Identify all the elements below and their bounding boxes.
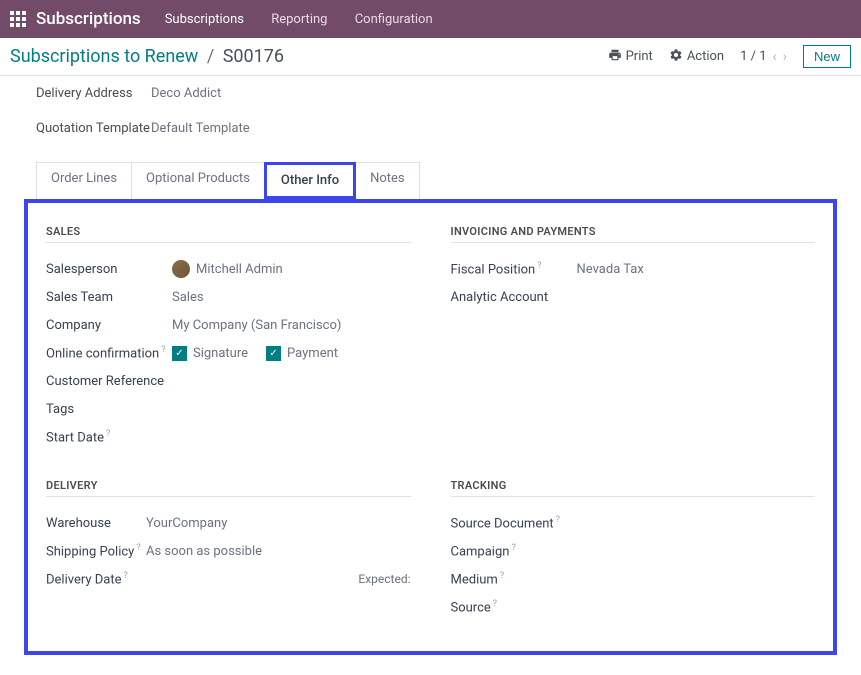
breadcrumb-root[interactable]: Subscriptions to Renew [10, 46, 198, 67]
expected-label: Expected: [358, 572, 410, 586]
campaign-label: Campaign? [451, 543, 577, 559]
payment-checkbox[interactable] [266, 346, 281, 361]
control-panel: Subscriptions to Renew / S00176 Print Ac… [0, 38, 861, 76]
nav-configuration[interactable]: Configuration [355, 12, 433, 27]
delivery-date-label: Delivery Date? [46, 571, 146, 587]
new-button[interactable]: New [803, 45, 851, 68]
breadcrumb-sep: / [207, 46, 214, 67]
sales-section: SALES Salesperson Mitchell Admin Sales T… [46, 225, 411, 451]
delivery-address-label: Delivery Address [36, 86, 151, 101]
warehouse-label: Warehouse [46, 516, 146, 531]
gear-icon [669, 48, 683, 66]
action-button[interactable]: Action [669, 48, 724, 66]
quotation-template-label: Quotation Template [36, 121, 151, 136]
pager-next[interactable]: › [783, 49, 787, 65]
tab-panel-other-info: SALES Salesperson Mitchell Admin Sales T… [24, 199, 837, 655]
customer-reference-label: Customer Reference [46, 374, 172, 389]
salesperson-value[interactable]: Mitchell Admin [196, 262, 283, 277]
pager: 1 / 1 ‹ › [740, 49, 787, 65]
salesperson-label: Salesperson [46, 262, 172, 277]
analytic-account-label: Analytic Account [451, 290, 577, 305]
print-label: Print [626, 49, 653, 64]
tab-order-lines[interactable]: Order Lines [36, 162, 132, 199]
warehouse-value[interactable]: YourCompany [146, 516, 411, 531]
pager-prev[interactable]: ‹ [773, 49, 777, 65]
quotation-template-value[interactable]: Default Template [151, 121, 250, 136]
tracking-section: TRACKING Source Document? Campaign? Medi… [451, 479, 816, 621]
sales-team-label: Sales Team [46, 290, 172, 305]
tracking-title: TRACKING [451, 479, 816, 497]
breadcrumb-current: S00176 [223, 46, 284, 67]
start-date-label: Start Date? [46, 429, 172, 445]
invoicing-section: INVOICING AND PAYMENTS Fiscal Position? … [451, 225, 816, 451]
signature-label: Signature [193, 346, 248, 361]
tabs: Order Lines Optional Products Other Info… [36, 162, 825, 199]
printer-icon [608, 48, 622, 66]
sales-title: SALES [46, 225, 411, 243]
medium-label: Medium? [451, 571, 577, 587]
delivery-title: DELIVERY [46, 479, 411, 497]
topbar: Subscriptions Subscriptions Reporting Co… [0, 0, 861, 38]
app-brand: Subscriptions [36, 9, 141, 29]
sales-team-value[interactable]: Sales [172, 290, 411, 305]
tab-other-info[interactable]: Other Info [264, 162, 356, 199]
action-label: Action [687, 49, 724, 64]
payment-label: Payment [287, 346, 338, 361]
top-nav: Subscriptions Reporting Configuration [165, 12, 457, 27]
source-document-label: Source Document? [451, 515, 577, 531]
nav-reporting[interactable]: Reporting [271, 12, 327, 27]
tab-notes[interactable]: Notes [355, 162, 420, 199]
signature-checkbox[interactable] [172, 346, 187, 361]
nav-subscriptions[interactable]: Subscriptions [165, 12, 244, 27]
shipping-policy-value[interactable]: As soon as possible [146, 544, 411, 559]
header-fields: Delivery Address Deco Addict Quotation T… [20, 76, 841, 146]
print-button[interactable]: Print [608, 48, 653, 66]
tab-optional-products[interactable]: Optional Products [131, 162, 265, 199]
fiscal-position-label: Fiscal Position? [451, 261, 577, 277]
shipping-policy-label: Shipping Policy? [46, 543, 146, 559]
source-label: Source? [451, 599, 577, 615]
delivery-section: DELIVERY Warehouse YourCompany Shipping … [46, 479, 411, 621]
invoicing-title: INVOICING AND PAYMENTS [451, 225, 816, 243]
fiscal-position-value[interactable]: Nevada Tax [577, 262, 816, 277]
company-value[interactable]: My Company (San Francisco) [172, 318, 411, 333]
company-label: Company [46, 318, 172, 333]
actions-bar: Print Action 1 / 1 ‹ › New [608, 45, 851, 68]
avatar-icon [172, 260, 190, 278]
breadcrumb: Subscriptions to Renew / S00176 [10, 46, 608, 67]
pager-text: 1 / 1 [740, 49, 766, 64]
online-confirmation-label: Online confirmation? [46, 345, 172, 361]
delivery-address-value[interactable]: Deco Addict [151, 86, 221, 101]
form-content: Delivery Address Deco Addict Quotation T… [0, 76, 861, 675]
apps-icon[interactable] [10, 11, 26, 27]
tags-label: Tags [46, 402, 172, 417]
